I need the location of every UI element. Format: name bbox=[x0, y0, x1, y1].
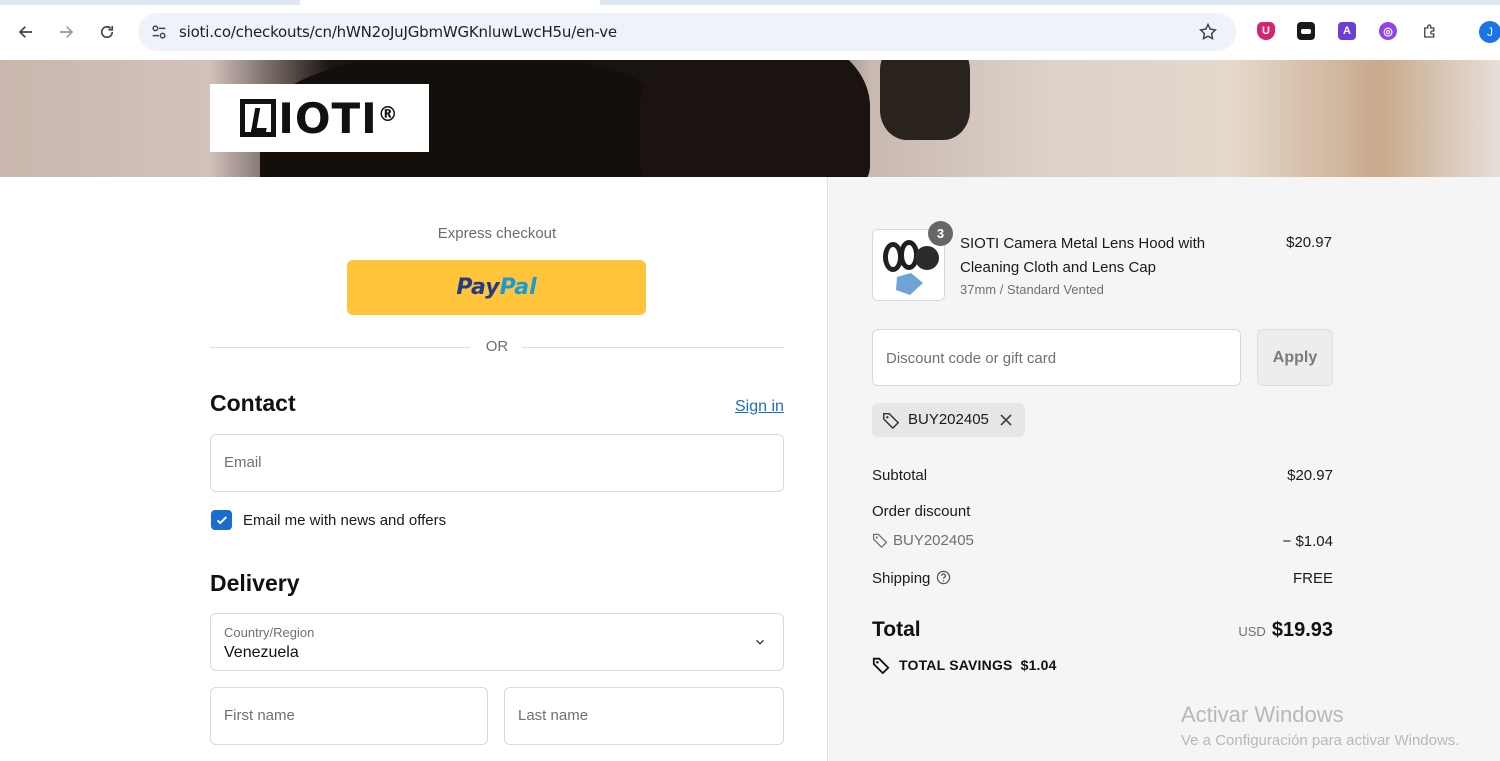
or-label: OR bbox=[485, 338, 509, 355]
discount-code-text: BUY202405 bbox=[893, 532, 974, 549]
browser-toolbar: sioti.co/checkouts/cn/hWN2oJuJGbmWGKnluw… bbox=[0, 0, 1500, 60]
product-thumbnail: 3 bbox=[872, 221, 953, 301]
logo-text: IOTI bbox=[278, 93, 378, 143]
order-discount-row: Order discount bbox=[872, 503, 1333, 520]
address-bar[interactable]: sioti.co/checkouts/cn/hWN2oJuJGbmWGKnluw… bbox=[138, 13, 1236, 51]
active-tab[interactable] bbox=[300, 0, 600, 5]
subtotal-value: $20.97 bbox=[1287, 467, 1333, 484]
total-currency: USD bbox=[1238, 624, 1266, 639]
logo-registered: ® bbox=[377, 102, 399, 126]
order-discount-label: Order discount bbox=[872, 503, 971, 520]
first-name-field[interactable]: First name bbox=[210, 687, 488, 745]
paypal-logo-pal: Pal bbox=[499, 275, 537, 300]
reload-button[interactable] bbox=[95, 20, 119, 44]
reload-icon bbox=[100, 25, 114, 39]
windows-activation-watermark: Activar Windows Ve a Configuración para … bbox=[1181, 702, 1459, 749]
country-select[interactable]: Country/Region Venezuela bbox=[210, 613, 784, 671]
checkmark-icon bbox=[216, 516, 227, 525]
url-text[interactable]: sioti.co/checkouts/cn/hWN2oJuJGbmWGKnluw… bbox=[179, 23, 617, 41]
back-button[interactable] bbox=[14, 20, 38, 44]
arrow-right-icon bbox=[60, 26, 74, 38]
express-checkout-label: Express checkout bbox=[437, 225, 557, 242]
product-price: $20.97 bbox=[1286, 234, 1332, 251]
subtotal-row: Subtotal $20.97 bbox=[872, 467, 1333, 484]
watermark-title: Activar Windows bbox=[1181, 702, 1344, 727]
total-amount: $19.93 bbox=[1271, 619, 1333, 641]
checkout-form: Express checkout Pay Pal OR Contact Sign … bbox=[0, 177, 827, 761]
forward-button[interactable] bbox=[54, 20, 78, 44]
tag-icon bbox=[872, 533, 888, 549]
site-settings-icon[interactable] bbox=[150, 23, 168, 41]
country-label: Country/Region bbox=[224, 625, 315, 640]
tab-strip bbox=[0, 0, 1500, 5]
first-name-placeholder: First name bbox=[224, 707, 295, 724]
logo-mark-icon bbox=[240, 99, 277, 137]
email-placeholder: Email bbox=[224, 454, 262, 471]
country-value: Venezuela bbox=[224, 644, 299, 661]
sign-in-link[interactable]: Sign in bbox=[735, 398, 784, 416]
banner-silhouette bbox=[880, 60, 970, 140]
profile-avatar[interactable]: J bbox=[1479, 21, 1500, 43]
total-savings: TOTAL SAVINGS $1.04 bbox=[872, 656, 1057, 675]
newsletter-label[interactable]: Email me with news and offers bbox=[243, 512, 446, 529]
store-banner: IOTI ® bbox=[0, 60, 1500, 177]
help-circle-icon[interactable] bbox=[936, 570, 951, 585]
total-label: Total bbox=[872, 618, 921, 641]
shipping-row: Shipping FREE bbox=[872, 570, 1333, 587]
arrow-left-icon bbox=[18, 26, 32, 38]
ublock-extension-icon[interactable]: U bbox=[1257, 22, 1275, 40]
paypal-logo-pay: Pay bbox=[456, 275, 500, 300]
apply-button[interactable]: Apply bbox=[1257, 329, 1333, 386]
extension-a-icon[interactable]: A bbox=[1338, 22, 1356, 40]
subtotal-label: Subtotal bbox=[872, 467, 928, 484]
product-name: SIOTI Camera Metal Lens Hood with Cleani… bbox=[960, 235, 1206, 276]
watermark-subtitle: Ve a Configuración para activar Windows. bbox=[1181, 732, 1460, 749]
close-icon[interactable] bbox=[999, 413, 1013, 427]
discount-code-input[interactable]: Discount code or gift card bbox=[872, 329, 1241, 386]
order-summary: 3 SIOTI Camera Metal Lens Hood with Clea… bbox=[827, 177, 1500, 761]
shipping-value: FREE bbox=[1292, 570, 1333, 587]
contact-heading: Contact bbox=[210, 390, 296, 416]
tag-icon bbox=[872, 657, 890, 675]
discount-placeholder: Discount code or gift card bbox=[886, 350, 1057, 367]
bookmark-star-icon[interactable] bbox=[1198, 22, 1218, 42]
email-field[interactable]: Email bbox=[210, 434, 784, 492]
applied-code-text: BUY202405 bbox=[908, 411, 989, 428]
chevron-down-icon bbox=[756, 639, 764, 645]
delivery-heading: Delivery bbox=[210, 570, 300, 596]
last-name-placeholder: Last name bbox=[518, 707, 589, 724]
quantity-badge: 3 bbox=[928, 221, 953, 246]
extension-mask-icon[interactable] bbox=[1297, 22, 1315, 40]
or-divider: OR bbox=[210, 337, 784, 357]
newsletter-checkbox[interactable] bbox=[211, 510, 232, 530]
applied-code-chip: BUY202405 bbox=[872, 403, 1025, 437]
paypal-button[interactable]: Pay Pal bbox=[347, 260, 646, 315]
extensions-puzzle-icon[interactable] bbox=[1421, 22, 1439, 40]
savings-amount: $1.04 bbox=[1020, 657, 1057, 673]
product-variant: 37mm / Standard Vented bbox=[960, 282, 1104, 297]
discount-code-line: BUY202405 bbox=[872, 532, 974, 549]
shipping-label: Shipping bbox=[872, 570, 931, 587]
total-row: Total USD $19.93 bbox=[872, 618, 1333, 642]
discount-value: − $1.04 bbox=[1282, 533, 1333, 550]
savings-label: TOTAL SAVINGS bbox=[899, 657, 1013, 673]
store-logo[interactable]: IOTI ® bbox=[210, 84, 429, 152]
extension-purple-icon[interactable]: ◎ bbox=[1379, 22, 1397, 40]
banner-silhouette bbox=[640, 60, 870, 177]
last-name-field[interactable]: Last name bbox=[504, 687, 784, 745]
tag-icon bbox=[883, 412, 900, 429]
